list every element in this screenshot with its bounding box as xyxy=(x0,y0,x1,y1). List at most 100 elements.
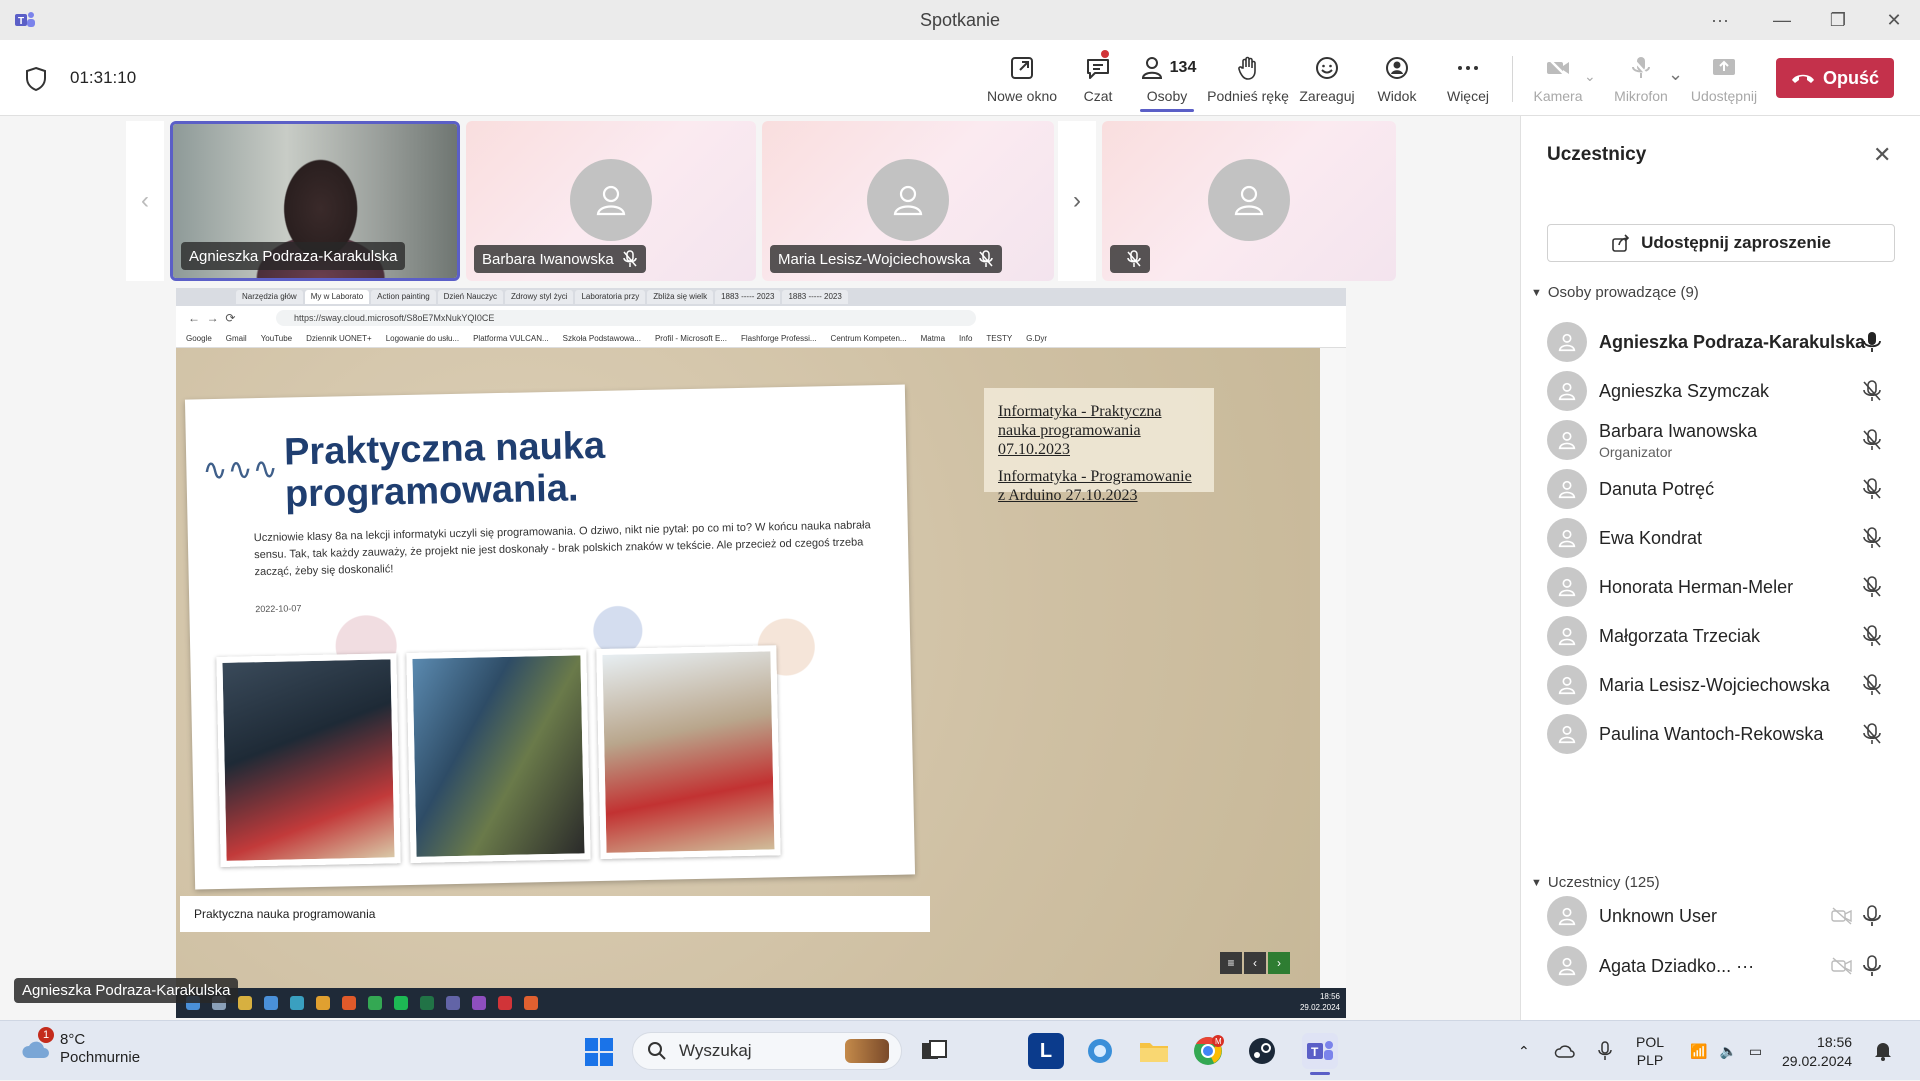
participant-row[interactable]: Honorata Herman-Meler xyxy=(1547,559,1897,615)
browser-url[interactable]: https://sway.cloud.microsoft/S8oE7MxNukY… xyxy=(276,310,976,326)
task-view-icon[interactable] xyxy=(916,1033,952,1069)
shield-icon[interactable] xyxy=(24,66,48,92)
teams-taskbar-icon[interactable]: T xyxy=(1302,1033,1338,1075)
language-indicator[interactable]: POL PLP xyxy=(1636,1021,1664,1081)
sway-next-icon[interactable]: › xyxy=(1268,952,1290,974)
camera-options-chevron-icon[interactable]: ⌄ xyxy=(1584,68,1596,85)
bookmark[interactable]: Flashforge Professi... xyxy=(741,334,817,343)
more-button[interactable]: Więcej xyxy=(1444,48,1492,112)
minimize-icon[interactable]: — xyxy=(1754,0,1810,40)
show-hidden-icons[interactable]: ⌃ xyxy=(1518,1021,1530,1081)
weather-widget[interactable]: 1 8°C Pochmurnie xyxy=(20,1027,140,1067)
browser-tab[interactable]: Narzędzia głów xyxy=(236,290,303,304)
bookmark[interactable]: Logowanie do usłu... xyxy=(386,334,459,343)
video-tile[interactable]: Maria Lesisz-Wojciechowska xyxy=(762,121,1054,281)
previous-tiles-arrow-icon[interactable]: ‹ xyxy=(126,121,164,281)
participant-row[interactable]: Unknown User xyxy=(1547,888,1897,944)
browser-tab-active[interactable]: My w Laborato xyxy=(304,290,370,304)
bookmark[interactable]: Gmail xyxy=(226,334,247,343)
video-tile[interactable]: Barbara Iwanowska xyxy=(466,121,756,281)
browser-tab[interactable]: Zbliża się wielk xyxy=(647,290,714,304)
photo-students-computers[interactable] xyxy=(216,653,401,867)
mic-tray-icon[interactable] xyxy=(1598,1021,1612,1081)
camera-button[interactable]: Kamera xyxy=(1530,48,1586,112)
leave-button[interactable]: Opuść xyxy=(1776,58,1894,98)
bookmark[interactable]: TESTY xyxy=(986,334,1012,343)
avatar xyxy=(1208,159,1290,241)
tile-name-label xyxy=(1110,245,1150,273)
browser-side-panel xyxy=(1320,348,1346,988)
browser-tab[interactable]: Zdrowy styl życi xyxy=(505,290,574,304)
bookmark[interactable]: Platforma VULCAN... xyxy=(473,334,549,343)
participant-row[interactable]: Małgorzata Trzeciak xyxy=(1547,608,1897,664)
taskbar-search[interactable]: Wyszukaj xyxy=(632,1032,902,1070)
presenters-section-header[interactable]: ▼ Osoby prowadzące (9) xyxy=(1531,284,1699,301)
share-button[interactable]: Udostępnij xyxy=(1691,48,1757,112)
browser-tab[interactable]: Dzień Nauczyc xyxy=(437,290,504,304)
bookmark[interactable]: Dziennik UONET+ xyxy=(306,334,372,343)
bookmark[interactable]: Info xyxy=(959,334,972,343)
sway-outline-icon[interactable]: ≡ xyxy=(1220,952,1242,974)
participant-row[interactable]: Agata Dziadko... ··· xyxy=(1547,938,1897,994)
sway-nav-controls: ≡ ‹ › xyxy=(1220,952,1290,974)
taskbar-clock[interactable]: 18:56 29.02.2024 xyxy=(1782,1033,1852,1071)
sway-prev-icon[interactable]: ‹ xyxy=(1244,952,1266,974)
chrome-icon[interactable]: M xyxy=(1190,1033,1226,1069)
participant-row[interactable]: Paulina Wantoch-Rekowska xyxy=(1547,706,1897,762)
photo-students-desk[interactable] xyxy=(596,645,781,859)
browser-tab[interactable]: 1883 ----- 2023 xyxy=(782,290,848,304)
librus-app-icon[interactable]: L xyxy=(1028,1033,1064,1069)
link-programming[interactable]: Informatyka - Praktyczna nauka programow… xyxy=(998,402,1200,459)
network-app-icon[interactable] xyxy=(1082,1033,1118,1069)
windows-start-icon[interactable] xyxy=(584,1037,614,1067)
steam-icon[interactable] xyxy=(1244,1033,1280,1069)
bookmark[interactable]: Google xyxy=(186,334,212,343)
link-arduino[interactable]: Informatyka - Programowanie z Arduino 27… xyxy=(998,467,1200,505)
view-button[interactable]: Widok xyxy=(1374,48,1420,112)
browser-tab[interactable]: Action painting xyxy=(371,290,436,304)
participants-panel: Uczestnicy ✕ Udostępnij zaproszenie ▼ Os… xyxy=(1520,116,1920,1020)
browser-tab[interactable]: Laboratoria przy xyxy=(575,290,646,304)
browser-tab[interactable]: 1883 ----- 2023 xyxy=(715,290,781,304)
running-indicator xyxy=(1310,1072,1330,1075)
participant-row[interactable]: Ewa Kondrat xyxy=(1547,510,1897,566)
next-tiles-arrow-icon[interactable]: › xyxy=(1058,121,1096,281)
system-tray-icons[interactable]: 📶 🔈 ▭ xyxy=(1690,1021,1762,1081)
react-button[interactable]: Zareaguj xyxy=(1298,48,1356,112)
bookmark[interactable]: G.Dyr xyxy=(1026,334,1047,343)
more-options-icon[interactable]: ··· xyxy=(1692,0,1748,40)
new-window-button[interactable]: Nowe okno xyxy=(985,48,1059,112)
photo-arduino-board[interactable] xyxy=(406,649,591,863)
restore-icon[interactable]: ❐ xyxy=(1810,0,1866,40)
close-panel-icon[interactable]: ✕ xyxy=(1873,142,1891,168)
bookmark[interactable]: Szkoła Podstawowa... xyxy=(563,334,641,343)
mic-options-chevron-icon[interactable]: ⌄ xyxy=(1668,64,1683,85)
close-window-icon[interactable]: ✕ xyxy=(1866,0,1920,40)
microphone-button[interactable]: Mikrofon xyxy=(1610,48,1672,112)
active-indicator xyxy=(1140,109,1194,112)
bookmark[interactable]: Matma xyxy=(921,334,945,343)
chat-button[interactable]: Czat xyxy=(1077,48,1119,112)
bookmark[interactable]: YouTube xyxy=(261,334,292,343)
video-tile-speaker[interactable]: Agnieszka Podraza-Karakulska xyxy=(170,121,460,281)
video-tile[interactable] xyxy=(1102,121,1396,281)
collapse-chevron-icon: ▼ xyxy=(1531,876,1542,889)
avatar xyxy=(1547,714,1587,754)
pop-out-icon xyxy=(1011,57,1033,79)
participant-row[interactable]: Agnieszka Szymczak xyxy=(1547,363,1897,419)
shared-screen[interactable]: Narzędzia głów My w Laborato Action pain… xyxy=(176,288,1346,1018)
file-explorer-icon[interactable] xyxy=(1136,1033,1172,1069)
bookmark[interactable]: Centrum Kompeten... xyxy=(831,334,907,343)
participant-row[interactable]: Agnieszka Podraza-Karakulska xyxy=(1547,314,1897,370)
participant-row[interactable]: Barbara Iwanowska Organizator xyxy=(1547,412,1897,468)
search-icon xyxy=(648,1042,666,1060)
raise-hand-button[interactable]: Podnieś rękę xyxy=(1206,48,1290,112)
share-invite-button[interactable]: Udostępnij zaproszenie xyxy=(1547,224,1895,262)
bookmark[interactable]: Profil - Microsoft E... xyxy=(655,334,727,343)
participant-row[interactable]: Maria Lesisz-Wojciechowska xyxy=(1547,657,1897,713)
people-button[interactable]: 134 Osoby xyxy=(1136,48,1198,112)
participant-row[interactable]: Danuta Potręć xyxy=(1547,461,1897,517)
notification-bell-icon[interactable] xyxy=(1874,1021,1892,1081)
browser-bookmarks-bar: Google Gmail YouTube Dziennik UONET+ Log… xyxy=(176,330,1346,348)
onedrive-icon[interactable] xyxy=(1554,1021,1576,1081)
